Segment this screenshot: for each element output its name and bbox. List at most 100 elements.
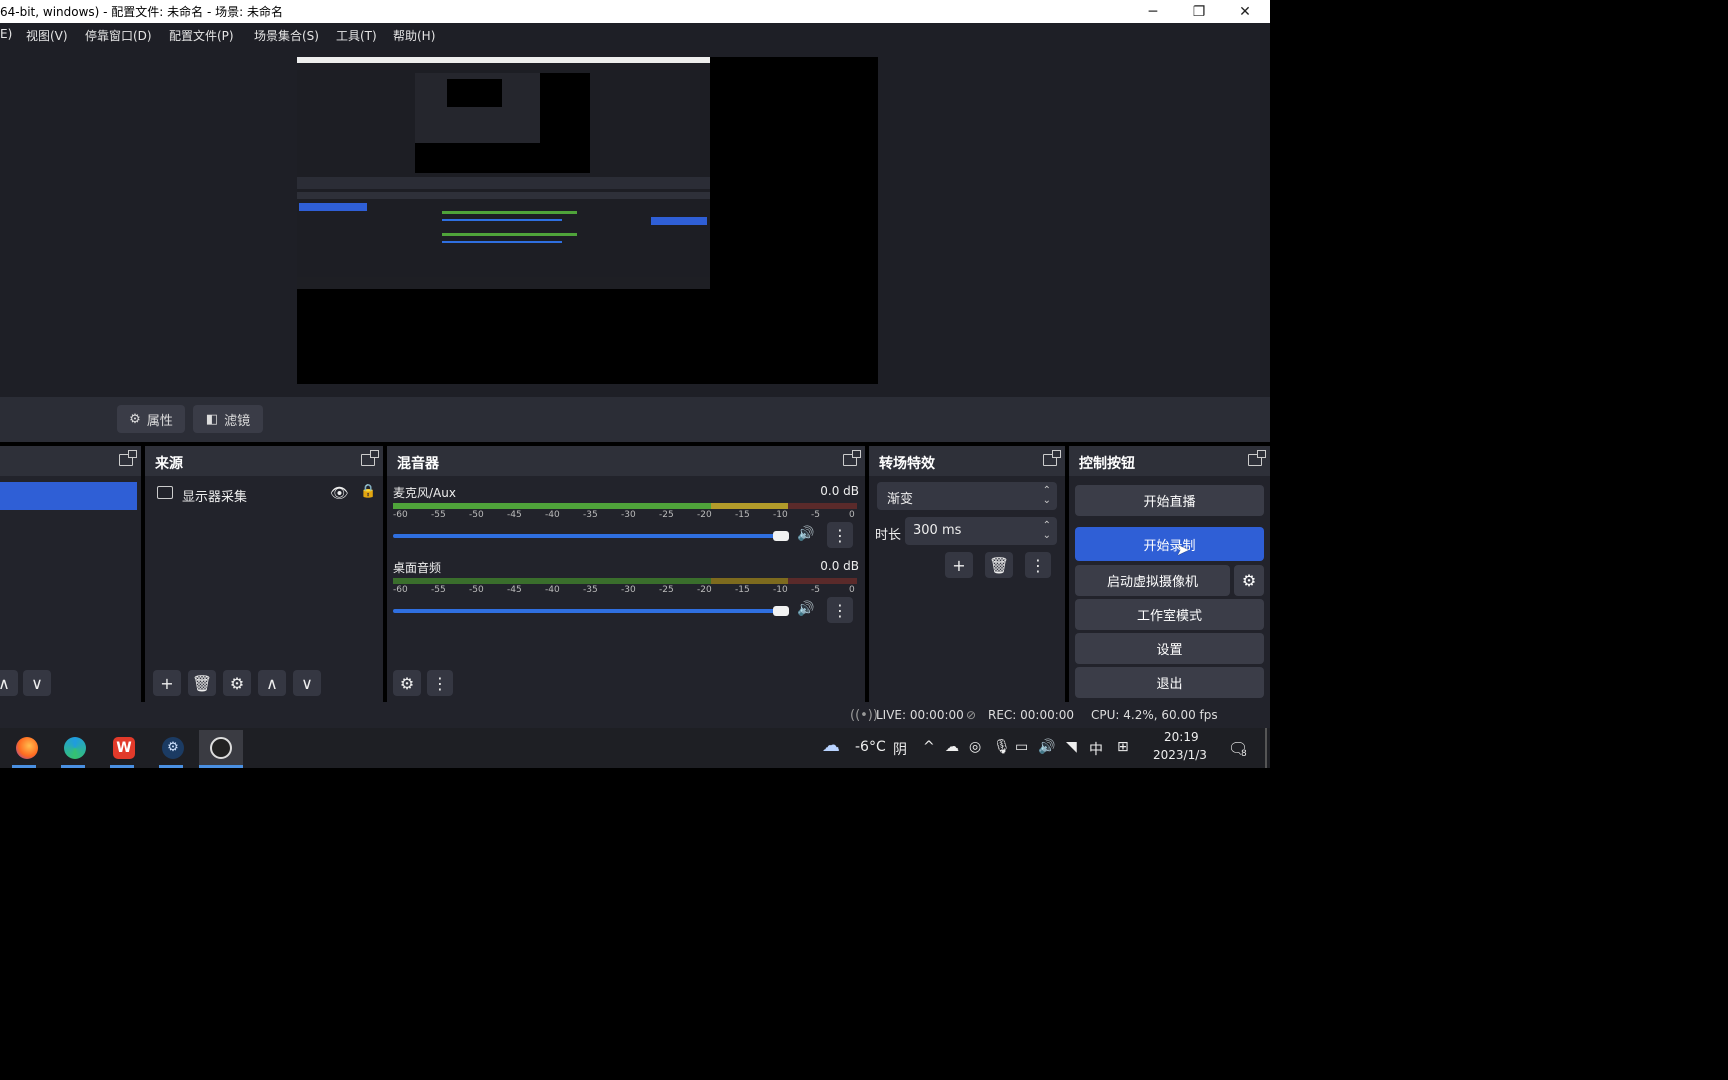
eye-icon[interactable]: 👁 bbox=[330, 484, 349, 502]
chevron-up-icon[interactable]: ^ bbox=[923, 739, 935, 755]
spin-arrows-icon[interactable]: ⌃ ⌄ bbox=[1043, 521, 1051, 541]
speaker-icon[interactable]: 🔊 bbox=[797, 601, 814, 617]
tick-label: -60 bbox=[393, 585, 408, 595]
weather-temp[interactable]: -6°C bbox=[855, 739, 886, 755]
volume-meter bbox=[393, 503, 857, 509]
remove-source-button[interactable]: 🗑 bbox=[188, 670, 216, 696]
filters-label: 滤镜 bbox=[224, 413, 251, 429]
tick-label: -10 bbox=[773, 510, 788, 520]
tick-label: -30 bbox=[621, 585, 636, 595]
wps-icon: W bbox=[113, 737, 135, 759]
tick-label: -55 bbox=[431, 585, 446, 595]
transition-select[interactable]: 渐变 ⌃ ⌄ bbox=[877, 482, 1057, 510]
taskbar-app-steam[interactable]: ⚙ bbox=[151, 730, 195, 766]
plus-icon: + bbox=[160, 673, 174, 693]
volume-slider-handle[interactable] bbox=[773, 531, 789, 541]
channel-menu-button[interactable]: ⋮ bbox=[827, 597, 853, 623]
undock-icon[interactable] bbox=[361, 450, 379, 466]
sources-title: 来源 bbox=[155, 456, 183, 472]
volume-slider[interactable] bbox=[393, 534, 781, 538]
speaker-icon[interactable]: 🔊 bbox=[797, 526, 814, 542]
studio-mode-button[interactable]: 工作室模式 bbox=[1075, 599, 1264, 630]
add-transition-button[interactable]: + bbox=[945, 552, 973, 578]
menu-profile[interactable]: 配置文件(P) bbox=[169, 27, 234, 44]
show-desktop-button[interactable] bbox=[1265, 728, 1267, 768]
gear-icon: ⚙ bbox=[1241, 571, 1257, 590]
move-source-up-button[interactable]: ∧ bbox=[258, 670, 286, 696]
source-item[interactable]: 显示器采集 👁 🔒 bbox=[155, 484, 376, 508]
settings-button[interactable]: 设置 bbox=[1075, 633, 1264, 664]
duration-value: 300 ms bbox=[913, 523, 962, 538]
add-source-button[interactable]: + bbox=[153, 670, 181, 696]
sources-dock-header: 来源 bbox=[145, 446, 383, 476]
filters-button[interactable]: ◧ 滤镜 bbox=[193, 405, 263, 433]
onedrive-icon[interactable]: ☁ bbox=[945, 739, 959, 755]
virtual-camera-settings-button[interactable]: ⚙ bbox=[1234, 565, 1264, 596]
undock-icon[interactable] bbox=[119, 450, 137, 466]
clock-date[interactable]: 2023/1/3 bbox=[1153, 748, 1207, 762]
scenes-dock-header bbox=[0, 446, 141, 476]
tick-label: -20 bbox=[697, 585, 712, 595]
start-recording-button[interactable]: 开始录制 bbox=[1075, 527, 1264, 561]
scene-item-selected[interactable] bbox=[0, 482, 137, 510]
sources-dock: 来源 显示器采集 👁 🔒 + 🗑 ⚙ ∧ ∨ bbox=[145, 446, 383, 702]
network-icon[interactable]: ◥ bbox=[1066, 739, 1077, 755]
source-properties-button[interactable]: ⚙ bbox=[223, 670, 251, 696]
start-virtual-camera-button[interactable]: 启动虚拟摄像机 bbox=[1075, 565, 1230, 596]
undock-icon[interactable] bbox=[1043, 450, 1061, 466]
move-source-down-button[interactable]: ∨ bbox=[293, 670, 321, 696]
mixer-menu-button[interactable]: ⋮ bbox=[427, 670, 453, 696]
remove-transition-button[interactable]: 🗑 bbox=[985, 552, 1013, 578]
close-button[interactable]: ✕ bbox=[1222, 0, 1268, 23]
undock-icon[interactable] bbox=[1248, 450, 1266, 466]
camera-icon[interactable]: ◎ bbox=[969, 739, 981, 755]
volume-icon[interactable]: 🔊 bbox=[1038, 739, 1055, 755]
lock-icon[interactable]: 🔒 bbox=[360, 484, 376, 499]
maximize-button[interactable]: ❐ bbox=[1176, 0, 1222, 23]
channel-menu-button[interactable]: ⋮ bbox=[827, 522, 853, 548]
move-scene-down-button[interactable]: ∨ bbox=[23, 670, 51, 696]
tick-label: 0 bbox=[849, 510, 855, 520]
menu-docks[interactable]: 停靠窗口(D) bbox=[85, 27, 152, 44]
ime-indicator[interactable]: 中 bbox=[1089, 739, 1103, 759]
mouse-cursor-icon: ➤ bbox=[1176, 540, 1190, 559]
menu-scene-collection[interactable]: 场景集合(S) bbox=[254, 27, 319, 44]
menu-tools[interactable]: 工具(T) bbox=[336, 27, 377, 44]
start-streaming-button[interactable]: 开始直播 bbox=[1075, 485, 1264, 516]
source-toolbar bbox=[0, 397, 1270, 442]
taskbar-app-wps[interactable]: W bbox=[102, 730, 146, 766]
menu-help[interactable]: 帮助(H) bbox=[393, 27, 435, 44]
tick-label: -25 bbox=[659, 585, 674, 595]
volume-slider-handle[interactable] bbox=[773, 606, 789, 616]
taskbar-app-edge[interactable] bbox=[53, 730, 97, 766]
menu-edit[interactable]: E) bbox=[0, 27, 12, 41]
duration-spinbox[interactable]: 300 ms ⌃ ⌄ bbox=[905, 517, 1057, 545]
weather-desc[interactable]: 阴 bbox=[893, 739, 907, 759]
tick-label: -45 bbox=[507, 510, 522, 520]
cpu-fps: CPU: 4.2%, 60.00 fps bbox=[1091, 708, 1218, 722]
transitions-dock: 转场特效 渐变 ⌃ ⌄ 时长 300 ms ⌃ ⌄ + 🗑 ⋮ bbox=[869, 446, 1065, 702]
transition-menu-button[interactable]: ⋮ bbox=[1025, 552, 1051, 578]
microphone-icon[interactable]: 🎙 bbox=[993, 739, 1011, 755]
keyboard-layout-icon[interactable]: ⊞ bbox=[1117, 739, 1129, 755]
menu-bar: E) 视图(V) 停靠窗口(D) 配置文件(P) 场景集合(S) 工具(T) 帮… bbox=[0, 23, 1270, 47]
scenes-dock: ∧ ∨ bbox=[0, 446, 141, 702]
volume-slider[interactable] bbox=[393, 609, 781, 613]
exit-button[interactable]: 退出 bbox=[1075, 667, 1264, 698]
taskbar-app-firefox[interactable] bbox=[5, 730, 49, 766]
move-scene-up-button[interactable]: ∧ bbox=[0, 670, 18, 696]
minimize-button[interactable]: ─ bbox=[1130, 0, 1176, 23]
window-title: 64-bit, windows) - 配置文件: 未命名 - 场景: 未命名 bbox=[0, 5, 283, 19]
tick-label: -5 bbox=[811, 585, 820, 595]
clock-time[interactable]: 20:19 bbox=[1164, 730, 1199, 744]
taskbar-app-obs[interactable] bbox=[199, 730, 243, 766]
undock-icon[interactable] bbox=[843, 450, 861, 466]
tick-label: -15 bbox=[735, 585, 750, 595]
battery-icon[interactable]: ▭ bbox=[1015, 739, 1028, 755]
chevron-up-icon: ∧ bbox=[266, 673, 278, 693]
menu-view[interactable]: 视图(V) bbox=[26, 27, 68, 44]
properties-button[interactable]: ⚙ 属性 bbox=[117, 405, 185, 433]
tick-label: -25 bbox=[659, 510, 674, 520]
gear-icon: ⚙ bbox=[129, 411, 141, 427]
advanced-audio-button[interactable]: ⚙ bbox=[393, 670, 421, 696]
